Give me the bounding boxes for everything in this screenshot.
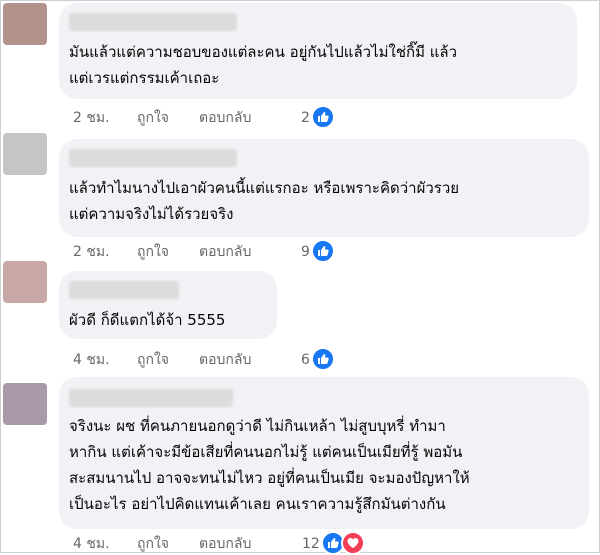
reaction-count[interactable]: 12 (302, 533, 320, 555)
comment-text-line: มันแล้วแต่ความชอบของแต่ละคน อยู่กันไปแล้… (69, 43, 458, 61)
avatar[interactable] (3, 133, 47, 175)
comment-text-line: สะสมนานไป อาจจะทนไม่ไหว อยู่ที่คนเป็นเมี… (69, 469, 470, 487)
commenter-name-blurred[interactable] (69, 389, 233, 407)
like-icon[interactable] (311, 239, 335, 263)
like-icon[interactable] (311, 105, 335, 129)
comment-text-line: จริงนะ ผช ที่คนภายนอกดูว่าดี ไม่กินเหล้า… (69, 417, 446, 435)
reaction-count[interactable]: 9 (301, 241, 310, 263)
like-button[interactable]: ถูกใจ (137, 241, 169, 263)
reaction-count[interactable]: 2 (301, 107, 310, 129)
reaction-count[interactable]: 6 (301, 349, 310, 371)
avatar[interactable] (3, 261, 47, 303)
timestamp[interactable]: 2 ชม. (73, 241, 110, 263)
comment-text-line: แล้วทำไมนางไปเอาผัวคนนี้แต่แรกอะ หรือเพร… (69, 179, 460, 197)
reply-button[interactable]: ตอบกลับ (199, 241, 251, 263)
timestamp[interactable]: 4 ชม. (73, 533, 110, 555)
reply-button[interactable]: ตอบกลับ (199, 349, 251, 371)
commenter-name-blurred[interactable] (69, 13, 237, 31)
comment-text-line: แต่เวรแต่กรรมเค้าเถอะ (69, 69, 220, 87)
comment-text-line: เป็นอะไร อย่าไปคิดแทนเค้าเลย คนเราความรู… (69, 495, 446, 513)
like-icon[interactable] (311, 347, 335, 371)
commenter-name-blurred[interactable] (69, 281, 179, 299)
timestamp[interactable]: 4 ชม. (73, 349, 110, 371)
heart-icon[interactable] (341, 531, 365, 555)
like-button[interactable]: ถูกใจ (137, 107, 169, 129)
avatar[interactable] (3, 383, 47, 425)
reply-button[interactable]: ตอบกลับ (199, 107, 251, 129)
like-button[interactable]: ถูกใจ (137, 533, 169, 555)
timestamp[interactable]: 2 ชม. (73, 107, 110, 129)
reply-button[interactable]: ตอบกลับ (199, 533, 251, 555)
comment-text-line: ผัวดี ก็ดีแตกได้จ้า 5555 (69, 311, 226, 329)
comment-text-line: แต่ความจริงไม่ได้รวยจริง (69, 205, 234, 223)
avatar[interactable] (3, 3, 47, 45)
commenter-name-blurred[interactable] (69, 149, 237, 167)
like-button[interactable]: ถูกใจ (137, 349, 169, 371)
comment-text-line: หากิน แต่เค้าจะมีข้อเสียที่คนนอกไม่รู้ แ… (69, 443, 463, 461)
